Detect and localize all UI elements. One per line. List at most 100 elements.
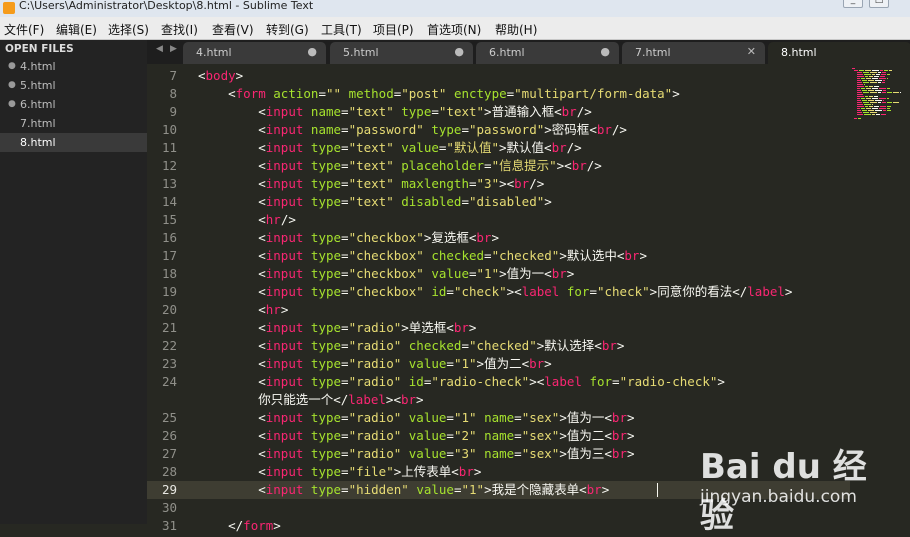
minimap-stroke: [865, 86, 868, 87]
minimap-stroke: [878, 92, 881, 93]
code-line[interactable]: <hr/>: [198, 211, 296, 229]
tab-4-html[interactable]: 4.html ●: [183, 42, 326, 64]
code-line[interactable]: <input type="checkbox" id="check"><label…: [198, 283, 792, 301]
minimap-stroke: [857, 110, 861, 111]
minimap-stroke: [872, 114, 875, 115]
sidebar: OPEN FILES ● 4.html ● 5.html ● 6.html 7.…: [0, 40, 147, 524]
minimap-stroke: [863, 82, 869, 83]
open-files-header: OPEN FILES: [5, 43, 74, 55]
line-number: 21: [161, 320, 177, 335]
minimap-stroke: [861, 78, 865, 79]
minimap-stroke: [866, 88, 871, 89]
title-bar: C:\Users\Administrator\Desktop\8.html - …: [0, 0, 910, 17]
code-line[interactable]: <hr>: [198, 301, 288, 319]
sublime-app-icon: [3, 2, 15, 14]
code-line[interactable]: <input type="radio">单选框<br>: [198, 319, 476, 337]
menu-find[interactable]: 查找(I): [161, 21, 198, 38]
maximize-button[interactable]: □: [869, 0, 889, 8]
menu-file[interactable]: 文件(F): [4, 21, 44, 38]
unsaved-dot-icon[interactable]: ●: [600, 45, 610, 58]
code-line[interactable]: <input type="text" disabled="disabled">: [198, 193, 552, 211]
unsaved-dot-icon: ●: [8, 61, 16, 71]
text-cursor: [657, 483, 658, 497]
line-number: 16: [161, 230, 177, 245]
sidebar-file-6-html[interactable]: ● 6.html: [0, 95, 147, 114]
minimap-stroke: [876, 74, 880, 75]
code-line[interactable]: <input type="radio" value="1">值为二<br>: [198, 355, 551, 373]
minimap-stroke: [865, 70, 871, 71]
minimap-stroke: [857, 106, 864, 107]
minimap-stroke: [858, 118, 861, 119]
code-line[interactable]: <input type="checkbox" checked="checked"…: [198, 247, 647, 265]
minimap-stroke: [887, 78, 888, 79]
code-line[interactable]: <form action="" method="post" enctype="m…: [198, 85, 680, 103]
unsaved-dot-icon: ●: [8, 80, 16, 90]
code-line[interactable]: <input type="radio" id="radio-check"><la…: [198, 373, 725, 391]
line-number: 29: [161, 482, 177, 497]
code-line[interactable]: <input type="radio" value="2" name="sex"…: [198, 427, 634, 445]
close-icon[interactable]: ✕: [747, 45, 756, 58]
minimap-stroke: [875, 90, 882, 91]
code-line[interactable]: <input type="radio" checked="checked">默认…: [198, 337, 624, 355]
minimap-stroke: [889, 70, 892, 71]
minimap-stroke: [887, 106, 891, 107]
minimap-stroke: [857, 112, 862, 113]
menu-view[interactable]: 查看(V): [212, 21, 254, 38]
minimap-stroke: [872, 98, 878, 99]
minimap-stroke: [874, 76, 879, 77]
menu-goto[interactable]: 转到(G): [266, 21, 309, 38]
minimap-stroke: [865, 76, 868, 77]
sidebar-file-7-html[interactable]: 7.html: [0, 114, 147, 133]
code-line[interactable]: 你只能选一个</label><br>: [198, 391, 423, 409]
tab-scroll-right-icon[interactable]: ▶: [170, 44, 177, 54]
minimap-stroke: [870, 82, 877, 83]
tab-7-html[interactable]: 7.html ✕: [622, 42, 765, 64]
minimap-stroke: [878, 102, 881, 103]
minimap-stroke: [857, 76, 864, 77]
minimap-stroke: [862, 90, 867, 91]
code-line[interactable]: <input name="password" type="password">密…: [198, 121, 627, 139]
menu-selection[interactable]: 选择(S): [108, 21, 149, 38]
unsaved-dot-icon[interactable]: ●: [307, 45, 317, 58]
code-line[interactable]: <input type="hidden" value="1">我是个隐藏表单<b…: [198, 481, 609, 499]
minimap-stroke: [887, 88, 890, 89]
code-line[interactable]: <input type="file">上传表单<br>: [198, 463, 481, 481]
minimap-stroke: [870, 112, 877, 113]
tab-6-html[interactable]: 6.html ●: [476, 42, 619, 64]
unsaved-dot-icon: ●: [8, 99, 16, 109]
code-line[interactable]: <input type="text" maxlength="3"><br/>: [198, 175, 544, 193]
minimap-stroke: [861, 88, 865, 89]
menu-preferences[interactable]: 首选项(N): [427, 21, 481, 38]
menu-edit[interactable]: 编辑(E): [56, 21, 97, 38]
code-line[interactable]: <input type="checkbox" value="1">值为一<br>: [198, 265, 574, 283]
tab-5-html[interactable]: 5.html ●: [330, 42, 473, 64]
code-line[interactable]: <input name="text" type="text">普通输入框<br/…: [198, 103, 592, 121]
minimap-stroke: [883, 100, 884, 101]
code-line[interactable]: <input type="radio" value="1" name="sex"…: [198, 409, 634, 427]
line-number: 22: [161, 338, 177, 353]
sidebar-file-8-html[interactable]: 8.html: [0, 133, 147, 152]
tab-scroll-left-icon[interactable]: ◀: [156, 44, 163, 54]
menu-project[interactable]: 项目(P): [373, 21, 414, 38]
code-line[interactable]: <input type="text" placeholder="信息提示"><b…: [198, 157, 602, 175]
sidebar-file-5-html[interactable]: ● 5.html: [0, 76, 147, 95]
minimap-stroke: [887, 102, 892, 103]
minimap-stroke: [870, 72, 877, 73]
code-line[interactable]: </form>: [198, 517, 281, 535]
code-line[interactable]: <body>: [198, 67, 243, 85]
minimap-stroke: [893, 102, 899, 103]
menu-tools[interactable]: 工具(T): [321, 21, 362, 38]
code-line[interactable]: <input type="checkbox">复选框<br>: [198, 229, 499, 247]
code-line[interactable]: <input type="text" value="默认值">默认值<br/>: [198, 139, 581, 157]
sidebar-file-4-html[interactable]: ● 4.html: [0, 57, 147, 76]
menu-help[interactable]: 帮助(H): [495, 21, 537, 38]
code-line[interactable]: <input type="radio" value="3" name="sex"…: [198, 445, 634, 463]
tab-8-html[interactable]: 8.html: [768, 42, 910, 64]
line-number: 31: [161, 518, 177, 533]
minimap-stroke: [870, 102, 877, 103]
minimap-stroke: [875, 80, 882, 81]
unsaved-dot-icon[interactable]: ●: [454, 45, 464, 58]
minimap-stroke: [857, 108, 860, 109]
line-number: 28: [161, 464, 177, 479]
minimize-button[interactable]: _: [843, 0, 863, 8]
